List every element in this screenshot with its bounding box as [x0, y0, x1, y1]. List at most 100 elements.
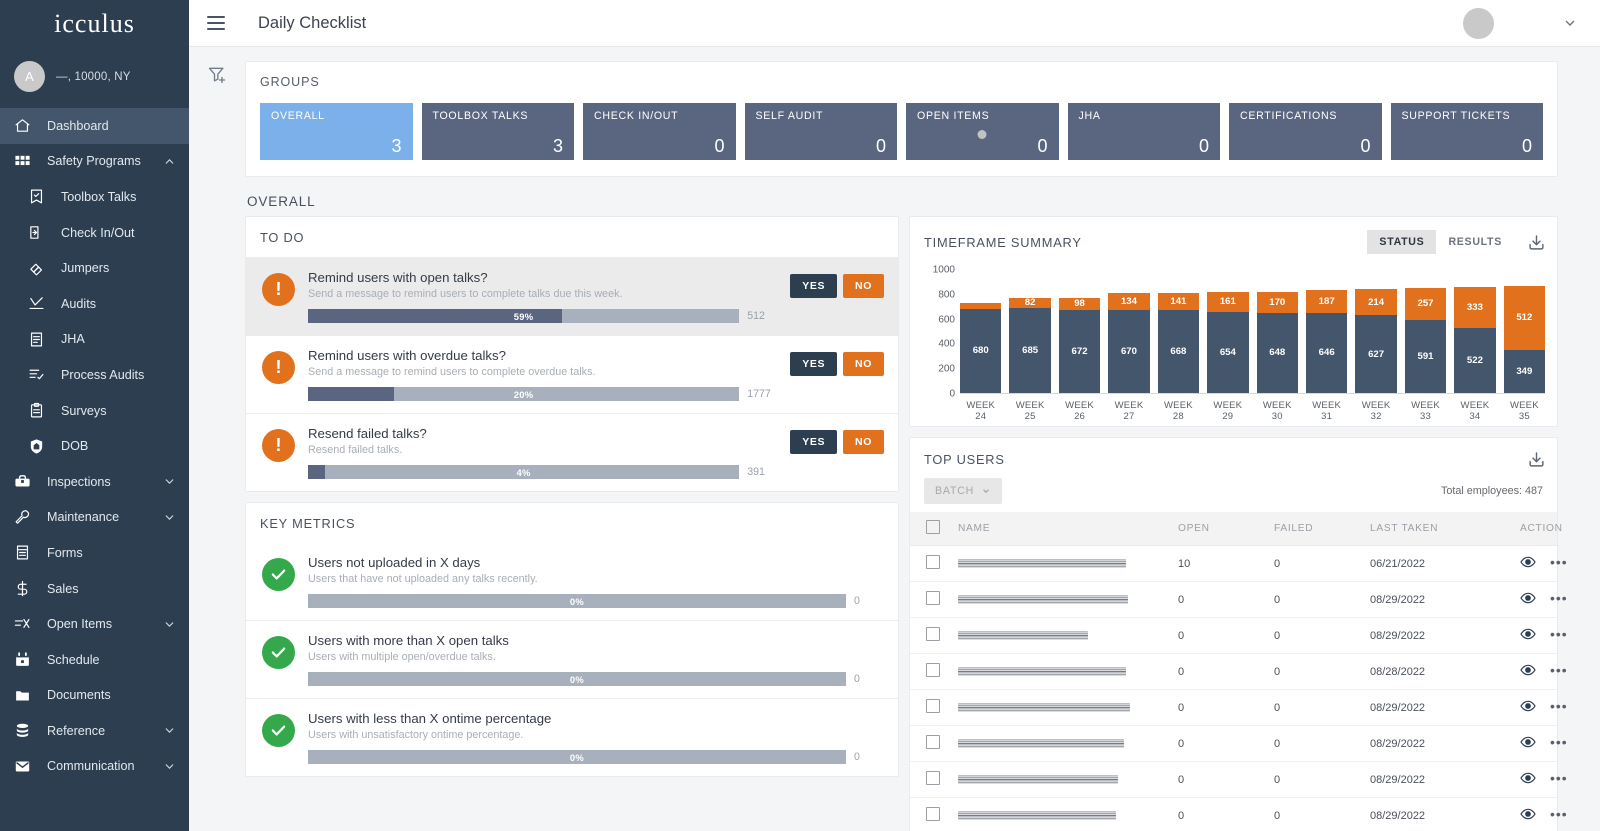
- chart-bar[interactable]: 257 591: [1404, 270, 1447, 393]
- chart-bar[interactable]: 333 522: [1454, 270, 1496, 393]
- row-checkbox[interactable]: [926, 735, 940, 749]
- sidebar-item-process-audits[interactable]: Process Audits: [0, 357, 189, 393]
- column-header-open[interactable]: OPEN: [1178, 512, 1274, 546]
- table-row[interactable]: 0 0 08/29/2022 •••: [910, 581, 1567, 618]
- row-menu-icon[interactable]: •••: [1550, 806, 1568, 822]
- view-icon[interactable]: [1520, 554, 1536, 570]
- row-checkbox[interactable]: [926, 555, 940, 569]
- brand-logo[interactable]: icculus: [0, 0, 189, 47]
- chart-bar[interactable]: 680: [960, 270, 1002, 393]
- sidebar-item-safety-programs[interactable]: Safety Programs: [0, 144, 189, 180]
- sidebar-item-communication[interactable]: Communication: [0, 749, 189, 785]
- user-avatar[interactable]: [1463, 7, 1494, 39]
- timeframe-tab-results[interactable]: RESULTS: [1436, 230, 1514, 254]
- view-icon[interactable]: [1520, 698, 1536, 714]
- chart-bar[interactable]: 161 654: [1207, 270, 1249, 393]
- chevron-up-icon[interactable]: [163, 155, 177, 168]
- sidebar-item-schedule[interactable]: Schedule: [0, 642, 189, 678]
- sidebar-item-surveys[interactable]: Surveys: [0, 393, 189, 429]
- chevron-down-icon[interactable]: [1562, 15, 1578, 31]
- sidebar-item-sales[interactable]: Sales: [0, 571, 189, 607]
- group-tile-support-tickets[interactable]: SUPPORT TICKETS 0: [1390, 103, 1543, 160]
- view-icon[interactable]: [1520, 626, 1536, 642]
- chart-bar[interactable]: 170 648: [1256, 270, 1298, 393]
- timeframe-tab-status[interactable]: STATUS: [1367, 230, 1437, 254]
- chart-bar[interactable]: 187 646: [1305, 270, 1348, 393]
- chevron-down-icon[interactable]: [163, 724, 177, 737]
- chart-bar[interactable]: 98 672: [1058, 270, 1101, 393]
- table-row[interactable]: 0 0 08/29/2022 •••: [910, 761, 1567, 798]
- view-icon[interactable]: [1520, 590, 1536, 606]
- select-all-checkbox[interactable]: [926, 520, 940, 534]
- row-menu-icon[interactable]: •••: [1550, 626, 1568, 642]
- row-menu-icon[interactable]: •••: [1550, 590, 1568, 606]
- batch-button[interactable]: BATCH: [924, 478, 1003, 504]
- sidebar-item-dob[interactable]: DOB: [0, 428, 189, 464]
- yes-button[interactable]: YES: [790, 274, 838, 298]
- download-icon[interactable]: [1528, 451, 1545, 468]
- download-icon[interactable]: [1528, 234, 1545, 251]
- table-row[interactable]: 10 0 06/21/2022 •••: [910, 545, 1567, 582]
- add-filter-icon[interactable]: [207, 65, 227, 831]
- sidebar-item-reference[interactable]: Reference: [0, 713, 189, 749]
- table-row[interactable]: 0 0 08/29/2022 •••: [910, 725, 1567, 762]
- row-checkbox[interactable]: [926, 771, 940, 785]
- chevron-down-icon[interactable]: [163, 511, 177, 524]
- view-icon[interactable]: [1520, 806, 1536, 822]
- chart-bar[interactable]: 512 349: [1503, 270, 1546, 393]
- table-row[interactable]: 0 0 08/29/2022 •••: [910, 797, 1567, 831]
- yes-button[interactable]: YES: [790, 430, 838, 454]
- group-tile-open-items[interactable]: OPEN ITEMS 0: [906, 103, 1059, 160]
- row-checkbox[interactable]: [926, 807, 940, 821]
- no-button[interactable]: NO: [843, 352, 884, 376]
- group-tile-self-audit[interactable]: SELF AUDIT 0: [744, 103, 897, 160]
- row-menu-icon[interactable]: •••: [1550, 734, 1568, 750]
- account-summary[interactable]: A —, 10000, NY: [0, 47, 189, 108]
- chevron-down-icon[interactable]: [163, 760, 177, 773]
- menu-toggle-icon[interactable]: [207, 16, 225, 30]
- group-tile-toolbox-talks[interactable]: TOOLBOX TALKS 3: [421, 103, 574, 160]
- no-button[interactable]: NO: [843, 274, 884, 298]
- chart-bar[interactable]: 141 668: [1157, 270, 1200, 393]
- group-tile-check-in-out[interactable]: CHECK IN/OUT 0: [583, 103, 736, 160]
- view-icon[interactable]: [1520, 770, 1536, 786]
- chart-bar[interactable]: 214 627: [1355, 270, 1397, 393]
- chevron-down-icon[interactable]: [163, 475, 177, 488]
- sidebar-item-documents[interactable]: Documents: [0, 678, 189, 714]
- column-header-name[interactable]: NAME: [958, 512, 1178, 546]
- chart-bar[interactable]: 82 685: [1009, 270, 1051, 393]
- group-tile-overall[interactable]: OVERALL 3: [260, 103, 413, 160]
- group-tile-jha[interactable]: JHA 0: [1067, 103, 1220, 160]
- sidebar-item-dashboard[interactable]: Dashboard: [0, 108, 189, 144]
- sidebar-item-maintenance[interactable]: Maintenance: [0, 500, 189, 536]
- view-icon[interactable]: [1520, 734, 1536, 750]
- sidebar-item-check-in-out[interactable]: Check In/Out: [0, 215, 189, 251]
- row-checkbox[interactable]: [926, 627, 940, 641]
- sidebar-item-audits[interactable]: Audits: [0, 286, 189, 322]
- yes-button[interactable]: YES: [790, 352, 838, 376]
- table-row[interactable]: 0 0 08/29/2022 •••: [910, 689, 1567, 726]
- row-checkbox[interactable]: [926, 699, 940, 713]
- sidebar-item-toolbox-talks[interactable]: Toolbox Talks: [0, 179, 189, 215]
- sidebar-item-inspections[interactable]: Inspections: [0, 464, 189, 500]
- group-tile-name: OPEN ITEMS: [917, 110, 990, 122]
- row-checkbox[interactable]: [926, 591, 940, 605]
- view-icon[interactable]: [1520, 662, 1536, 678]
- column-header-last-taken[interactable]: LAST TAKEN: [1370, 512, 1520, 546]
- no-button[interactable]: NO: [843, 430, 884, 454]
- sidebar-item-forms[interactable]: Forms: [0, 535, 189, 571]
- row-menu-icon[interactable]: •••: [1550, 698, 1568, 714]
- row-menu-icon[interactable]: •••: [1550, 554, 1568, 570]
- chart-bar[interactable]: 134 670: [1108, 270, 1150, 393]
- row-menu-icon[interactable]: •••: [1550, 662, 1568, 678]
- row-checkbox[interactable]: [926, 663, 940, 677]
- chevron-down-icon[interactable]: [163, 618, 177, 631]
- sidebar-item-open-items[interactable]: Open Items: [0, 606, 189, 642]
- group-tile-certifications[interactable]: CERTIFICATIONS 0: [1229, 103, 1382, 160]
- row-menu-icon[interactable]: •••: [1550, 770, 1568, 786]
- table-row[interactable]: 0 0 08/28/2022 •••: [910, 653, 1567, 690]
- sidebar-item-jha[interactable]: JHA: [0, 322, 189, 358]
- column-header-failed[interactable]: FAILED: [1274, 512, 1370, 546]
- sidebar-item-jumpers[interactable]: Jumpers: [0, 250, 189, 286]
- table-row[interactable]: 0 0 08/29/2022 •••: [910, 617, 1567, 654]
